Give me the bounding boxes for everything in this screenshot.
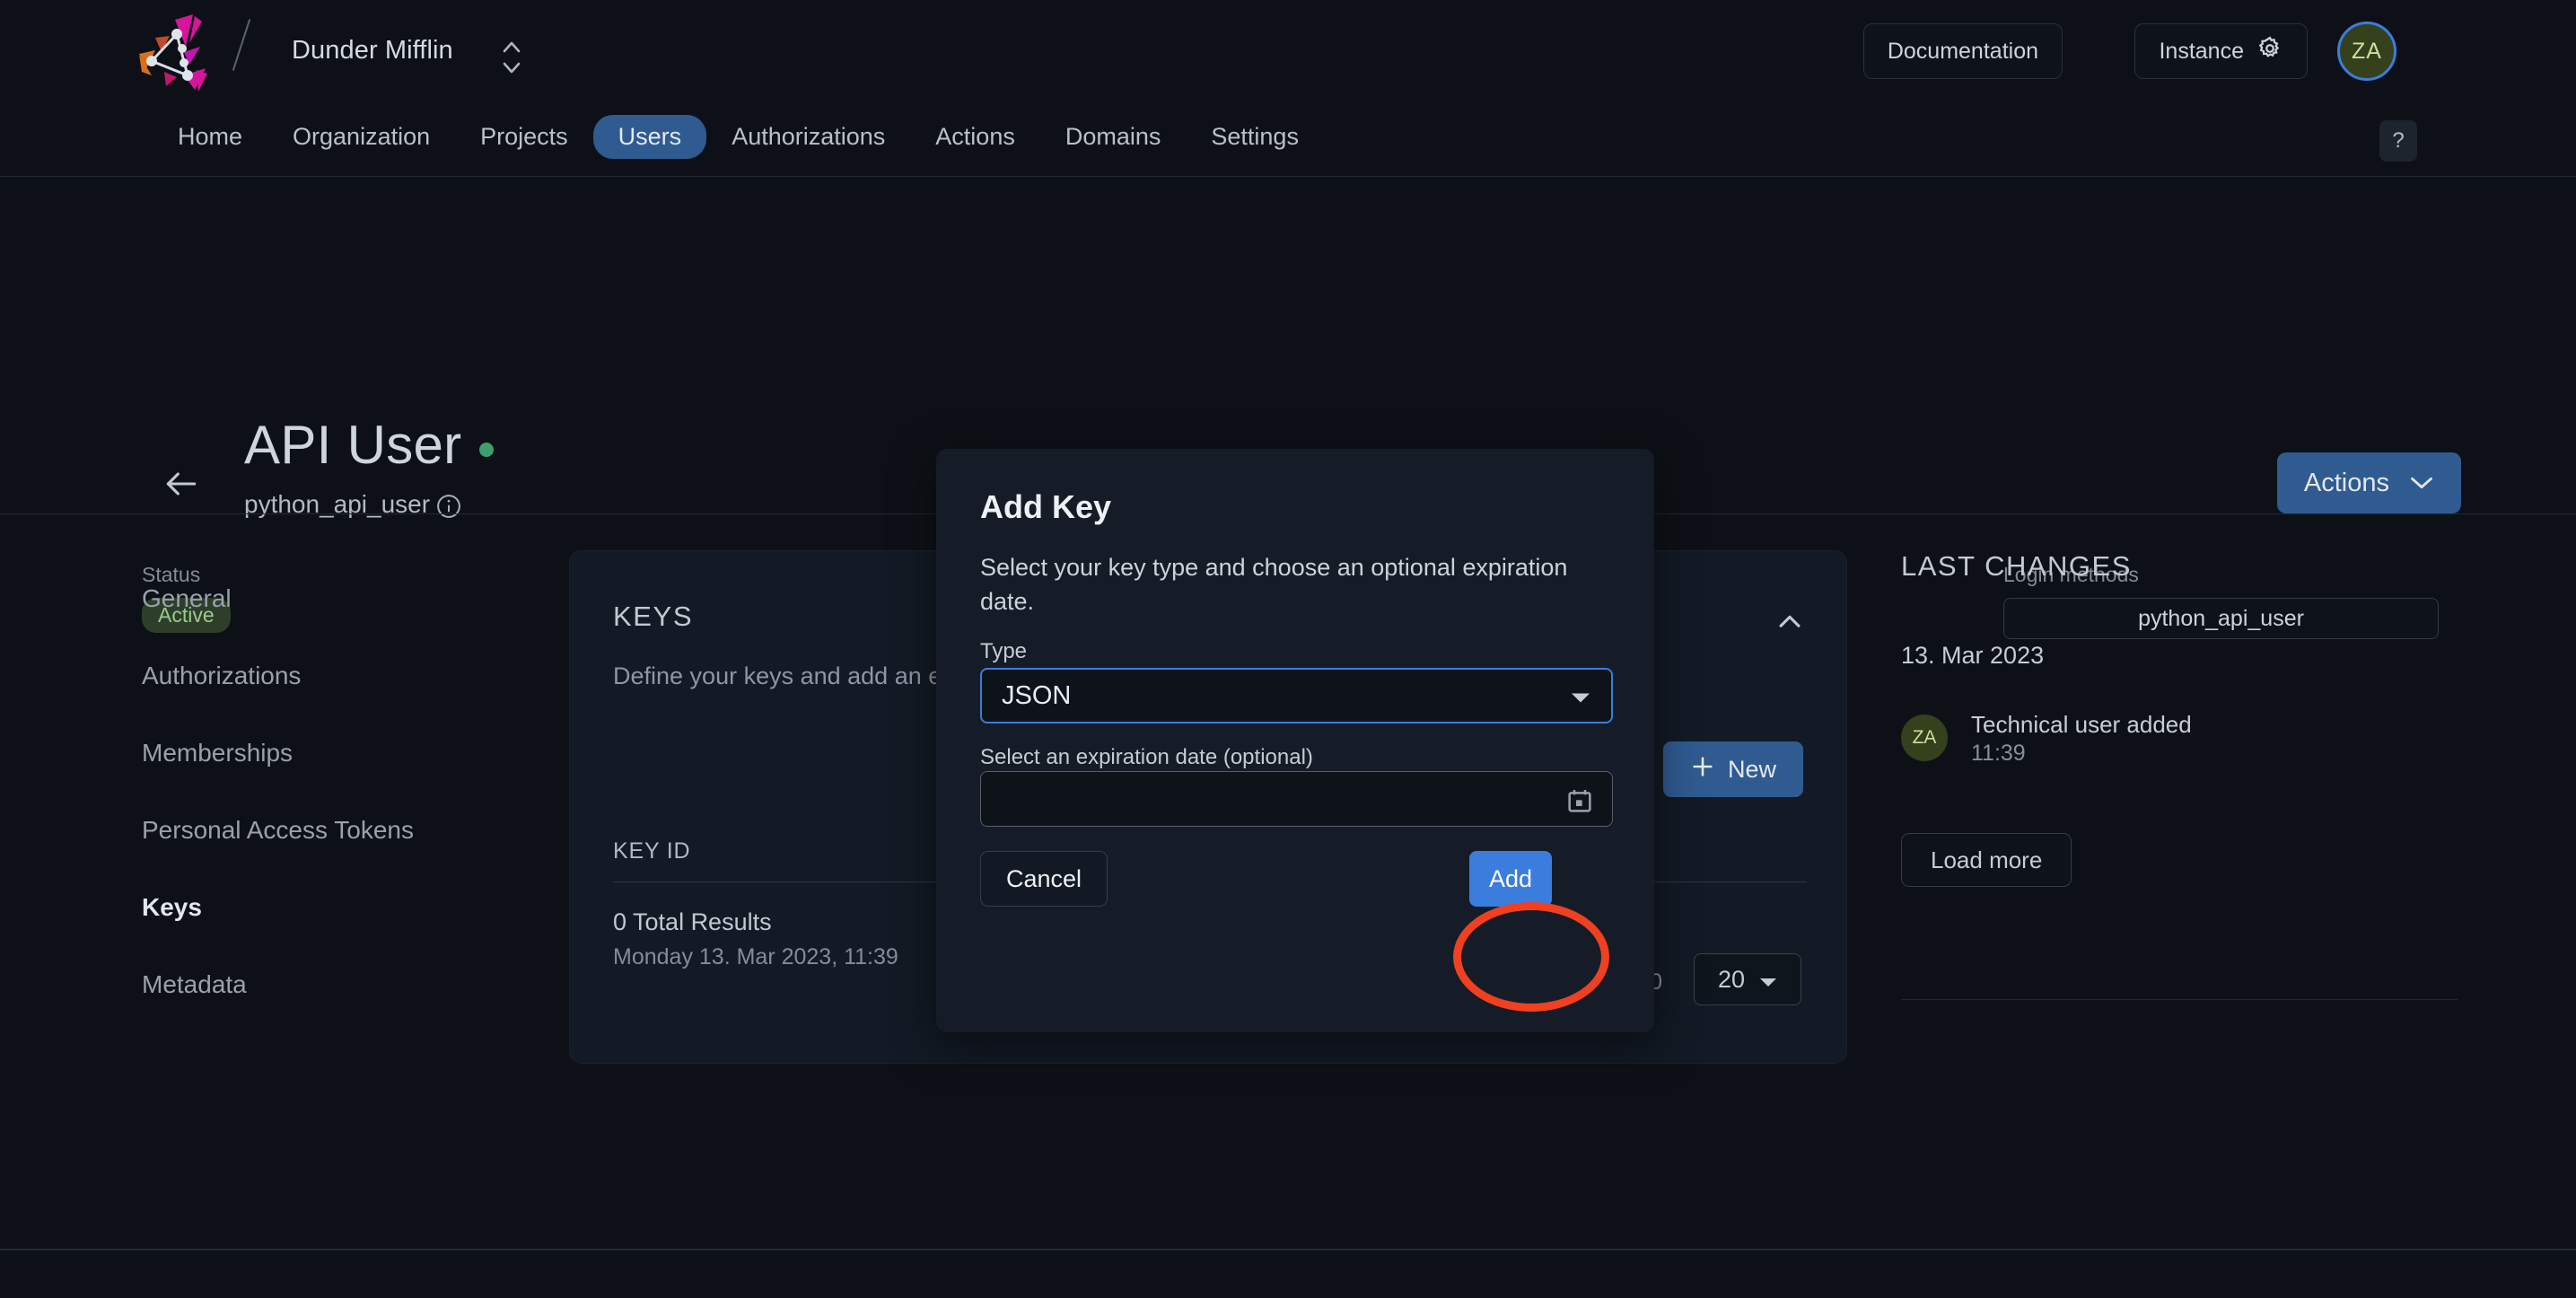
plus-icon — [1690, 754, 1715, 785]
dialog-description: Select your key type and choose an optio… — [980, 554, 1568, 616]
expiration-date-input[interactable] — [980, 771, 1613, 827]
result-timestamp: Monday 13. Mar 2023, 11:39 — [613, 944, 898, 969]
sidebar-item-memberships[interactable]: Memberships — [142, 739, 519, 767]
status-dot — [479, 443, 494, 457]
list-item: ZA Technical user added 11:39 — [1901, 709, 2458, 767]
column-header-key-id: KEY ID — [613, 838, 691, 864]
load-more-button[interactable]: Load more — [1901, 833, 2072, 888]
instance-label: Instance — [2159, 38, 2244, 64]
sidebar-item-authorizations[interactable]: Authorizations — [142, 662, 519, 690]
top-bar: Dunder Mifflin Documentation Instance ZA — [0, 0, 2576, 115]
sidebar-item-general[interactable]: General — [142, 584, 519, 613]
cancel-button[interactable]: Cancel — [980, 851, 1108, 907]
nav-tab-organization[interactable]: Organization — [267, 115, 455, 159]
change-event-time: 11:39 — [1971, 741, 2026, 767]
keys-card-title: KEYS — [613, 601, 694, 632]
chevron-up-icon[interactable] — [1774, 607, 1805, 637]
new-key-button-label: New — [1727, 755, 1776, 783]
avatar: ZA — [1901, 715, 1948, 762]
sidebar-item-keys[interactable]: Keys — [142, 893, 519, 922]
last-changes-panel: LAST CHANGES 13. Mar 2023 ZA Technical u… — [1901, 550, 2458, 1000]
last-changes-title: LAST CHANGES — [1901, 550, 2132, 582]
type-field-label: Type — [980, 639, 1028, 663]
new-key-button[interactable]: New — [1662, 741, 1803, 797]
zitadel-triangle-logo-icon[interactable] — [130, 13, 224, 102]
change-event-label: Technical user added — [1971, 711, 2192, 738]
add-button[interactable]: Add — [1469, 851, 1552, 907]
page-title: API User — [244, 415, 462, 475]
entity-sidenav: General Authorizations Memberships Perso… — [142, 584, 519, 1048]
nav-tab-authorizations[interactable]: Authorizations — [706, 115, 910, 159]
nav-tab-users[interactable]: Users — [592, 115, 707, 159]
change-entry-text: Technical user added 11:39 — [1971, 709, 2192, 767]
chevron-down-icon — [2409, 469, 2434, 498]
chevron-up-down-icon[interactable] — [500, 36, 523, 79]
gear-icon — [2256, 35, 2283, 68]
brand-divider — [232, 19, 251, 71]
nav-tab-list: Home Organization Projects Users Authori… — [153, 115, 1324, 159]
last-changes-divider — [1901, 999, 2458, 1000]
nav-tab-domains[interactable]: Domains — [1040, 115, 1187, 159]
documentation-button[interactable]: Documentation — [1862, 23, 2063, 79]
nav-tab-projects[interactable]: Projects — [455, 115, 593, 159]
expiration-field-label: Select an expiration date (optional) — [980, 745, 1313, 769]
calendar-icon[interactable] — [1565, 786, 1594, 815]
sidebar-item-personal-access-tokens[interactable]: Personal Access Tokens — [142, 816, 519, 845]
key-type-select[interactable]: JSON — [980, 668, 1613, 724]
avatar-initials: ZA — [2352, 38, 2382, 64]
caret-down-icon — [1759, 966, 1777, 994]
arrow-left-icon[interactable] — [162, 464, 201, 504]
nav-tab-home[interactable]: Home — [153, 115, 267, 159]
avatar-initials: ZA — [1912, 727, 1937, 749]
key-type-value: JSON — [1002, 680, 1072, 710]
add-key-dialog: Add Key Select your key type and choose … — [936, 449, 1654, 1032]
org-name: Dunder Mifflin — [292, 36, 453, 65]
page-size-value: 20 — [1717, 965, 1746, 993]
app-root: Dunder Mifflin Documentation Instance ZA — [0, 0, 2576, 1298]
nav-tab-actions[interactable]: Actions — [910, 115, 1040, 159]
help-button[interactable]: ? — [2379, 120, 2417, 162]
page-size-select[interactable]: 20 — [1694, 953, 1801, 1005]
nav-tab-settings[interactable]: Settings — [1186, 115, 1324, 159]
sidebar-item-metadata[interactable]: Metadata — [142, 970, 519, 999]
bottom-divider — [0, 1249, 2576, 1250]
main-nav: Home Organization Projects Users Authori… — [0, 115, 2576, 176]
avatar[interactable]: ZA — [2337, 22, 2396, 81]
caret-down-icon — [1570, 681, 1591, 711]
dialog-title: Add Key — [980, 488, 1112, 525]
instance-button[interactable]: Instance — [2134, 23, 2308, 79]
actions-button[interactable]: Actions — [2276, 452, 2461, 513]
actions-button-label: Actions — [2303, 468, 2389, 497]
documentation-label: Documentation — [1887, 38, 2038, 64]
total-results: 0 Total Results — [613, 908, 772, 935]
last-changes-date: 13. Mar 2023 — [1901, 642, 2045, 669]
